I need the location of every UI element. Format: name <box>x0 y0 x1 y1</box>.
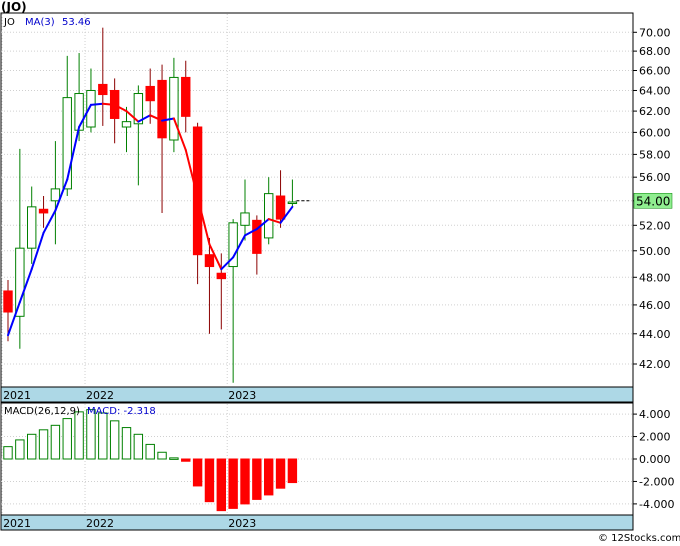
copyright-text: © 12Stocks.com <box>598 533 680 544</box>
macd-bar <box>252 458 262 500</box>
macd-bar <box>3 446 13 460</box>
price-tick-label: 48.00 <box>639 271 671 284</box>
macd-bar <box>228 458 238 509</box>
ma-segment <box>89 102 104 106</box>
macd-x-label: 2023 <box>228 517 256 530</box>
macd-tick-label: 0.000 <box>639 453 671 466</box>
last-price-tag-label: 54.00 <box>636 194 670 208</box>
macd-bar <box>204 458 215 503</box>
macd-tick-label: -4.000 <box>639 498 674 511</box>
macd-bar <box>169 457 179 460</box>
ma-segment <box>101 102 116 106</box>
macd-legend-label: MACD(26,12,9) <box>4 406 80 417</box>
price-tick-label: 62.00 <box>639 105 671 118</box>
macd-bar <box>192 458 203 487</box>
candle-body <box>98 83 108 96</box>
price-x-label: 2021 <box>3 389 31 402</box>
macd-bar <box>62 418 72 460</box>
candle-body <box>27 206 37 249</box>
macd-bar <box>264 458 274 496</box>
macd-bar <box>27 433 37 460</box>
candle-body <box>240 212 250 226</box>
price-tick-label: 70.00 <box>639 26 671 39</box>
stock-chart: 42.00 44.00 46.00 48.00 50.00 52.00 54.00 56.00… <box>0 0 680 546</box>
candle-body <box>204 254 215 268</box>
candle-body <box>264 193 274 239</box>
price-x-label: 2022 <box>86 389 114 402</box>
candle-body <box>3 290 13 313</box>
macd-bar <box>216 458 227 512</box>
price-panel-frame <box>0 12 634 403</box>
macd-bar <box>86 409 96 460</box>
macd-bar <box>15 439 25 460</box>
macd-bar <box>50 424 61 460</box>
candle-body <box>287 201 298 205</box>
last-price-tag: 54.00 <box>633 193 673 209</box>
candle-body <box>38 208 49 214</box>
chart-title: (JO) <box>1 0 27 14</box>
candle-body <box>192 126 203 256</box>
price-tick-label: 66.00 <box>639 64 671 77</box>
candle-body <box>50 188 61 202</box>
macd-tick-label: 2.000 <box>639 431 671 444</box>
candle-body <box>275 195 286 220</box>
price-tick-label: 44.00 <box>639 328 671 341</box>
macd-bar <box>38 429 49 460</box>
price-panel: 42.00 44.00 46.00 48.00 50.00 52.00 54.00 56.00… <box>0 12 673 403</box>
macd-x-label: 2021 <box>3 517 31 530</box>
price-tick-label: 58.00 <box>639 148 671 161</box>
price-tick-label: 64.00 <box>639 84 671 97</box>
candle-body <box>15 247 25 317</box>
macd-bar <box>157 451 167 460</box>
macd-tick-label: 4.000 <box>639 408 671 421</box>
macd-bar <box>109 420 120 460</box>
candle-body <box>121 121 132 128</box>
legend-symbol: JO <box>3 17 15 28</box>
candle-body <box>181 76 191 117</box>
candle-body <box>74 93 84 131</box>
macd-legend: MACD(26,12,9) MACD: -2.318 <box>4 406 156 417</box>
macd-bar <box>98 412 108 460</box>
price-tick-label: 46.00 <box>639 299 671 312</box>
candle-body <box>216 272 227 280</box>
macd-bar <box>145 443 155 460</box>
price-tick-label: 60.00 <box>639 126 671 139</box>
legend-ma-value: 53.46 <box>62 17 91 28</box>
price-tick-label: 52.00 <box>639 219 671 232</box>
macd-x-label: 2022 <box>86 517 114 530</box>
candle-body <box>145 85 155 102</box>
price-x-label: 2023 <box>228 389 256 402</box>
macd-panel: -4.000 -2.000 0.000 2.000 4.000 2021 2022 2023… <box>0 402 674 531</box>
legend-ma-label: MA(3) <box>25 17 55 28</box>
price-tick-label: 50.00 <box>639 245 671 258</box>
macd-bar <box>181 458 191 462</box>
price-tick-label: 68.00 <box>639 45 671 58</box>
macd-bar <box>121 427 132 460</box>
macd-legend-value: MACD: -2.318 <box>87 406 156 417</box>
macd-bar <box>240 458 250 505</box>
macd-bar <box>287 458 298 484</box>
price-tick-label: 42.00 <box>639 358 671 371</box>
candle-body <box>157 79 167 139</box>
macd-bar <box>133 433 144 460</box>
macd-panel-frame <box>0 402 634 531</box>
macd-bar <box>275 458 286 489</box>
price-tick-label: 56.00 <box>639 171 671 184</box>
macd-bar <box>74 411 84 460</box>
macd-tick-label: -2.000 <box>639 475 674 488</box>
candle-body <box>169 76 179 141</box>
